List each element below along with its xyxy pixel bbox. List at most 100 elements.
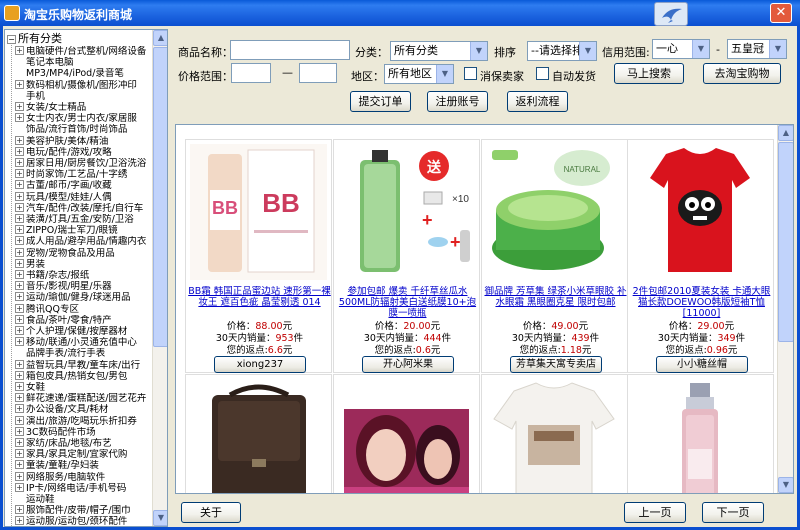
about-button[interactable]: 关于 [181,502,241,523]
expand-icon[interactable]: + [15,482,24,492]
expand-icon[interactable]: + [15,202,24,212]
tree-node[interactable]: + 时尚家饰/工艺品/十字绣 [15,169,153,180]
chevron-down-icon[interactable]: ▼ [470,42,487,60]
tree-node[interactable]: + 运动服/运动包/颈环配件 [15,516,153,526]
tree-node[interactable]: + 移动/联通/小灵通充值中心 [15,337,153,348]
expand-icon[interactable]: + [15,438,24,447]
region-select[interactable]: 所有地区 ▼ [384,64,454,84]
tree-node[interactable]: + 箱包皮具/热销女包/男包 [15,370,153,382]
submit-order-button[interactable]: 提交订单 [350,91,411,112]
next-page-button[interactable]: 下一页 [702,502,764,523]
expand-icon[interactable]: + [15,337,24,347]
bb-cream-product-photo[interactable]: BB BB [190,144,327,280]
tree-scroll-thumb[interactable] [153,47,167,347]
shop-button[interactable]: xiong237 [214,356,306,373]
consumer-protect-checkbox[interactable] [464,67,477,80]
tree-node[interactable]: 运动鞋 [15,494,153,505]
expand-icon[interactable]: + [15,471,24,481]
chevron-down-icon[interactable]: ▼ [436,65,453,83]
tree-node[interactable]: + 美容护肤/美体/精油 [15,135,153,147]
product-card[interactable] [627,374,774,493]
expand-icon[interactable]: + [15,135,24,145]
product-title-link[interactable]: BB霜 韩国正品蜜边站 速形第一裸妆王 遮百色疵 晶莹剔透 014 [188,286,331,320]
red-tshirt-product-photo[interactable] [632,144,769,280]
expand-icon[interactable]: + [15,303,24,313]
tree-node[interactable]: + 演出/旅游/吃喝玩乐折扣券 [15,415,153,427]
expand-icon[interactable]: + [15,281,24,291]
expand-icon[interactable]: + [15,382,24,391]
tree-node[interactable]: + 电玩/配件/游戏/攻略 [15,146,153,158]
expand-icon[interactable]: + [15,516,24,526]
expand-icon[interactable]: + [15,359,24,369]
expand-icon[interactable]: + [15,314,24,324]
tree-node[interactable]: + 童装/童鞋/孕妇装 [15,460,153,471]
tree-node[interactable]: 笔记本电脑 [15,57,153,68]
tree-node[interactable]: + 宠物/宠物食品及用品 [15,247,153,259]
tree-node[interactable]: +3C数码配件市场 [15,426,153,438]
grid-scrollbar[interactable]: ▲ ▼ [777,125,793,493]
tree-node[interactable]: + 鲜花速递/蛋糕配送/园艺花卉 [15,393,153,404]
expand-icon[interactable]: + [15,247,24,257]
product-card[interactable]: 送 ×10 + + 参加包邮 爆卖 千纤草丝瓜水500ML防辐射美白送纸膜10+泡膜一喷… [333,139,480,373]
tree-node[interactable]: + IP卡/网络电话/手机号码 [15,482,153,494]
tree-node[interactable]: + 服饰配件/皮带/帽子/围巾 [15,505,153,516]
chevron-down-icon[interactable]: ▼ [692,40,709,58]
pink-pump-bottle-product-photo[interactable] [632,379,769,493]
go-taobao-button[interactable]: 去淘宝购物 [703,63,781,84]
tree-node[interactable]: MP3/MP4/iPod/录音笔 [15,68,153,79]
product-card[interactable] [185,374,332,493]
expand-icon[interactable]: + [15,214,24,223]
tree-node[interactable]: + 家具/家具定制/宜家代购 [15,449,153,460]
brown-leather-bag-product-photo[interactable] [190,379,327,493]
product-card[interactable]: NATURAL 御品牌 芳草集 绿茶小米草眼胶 补水眼霜 黑眼圈克星 限时包邮 价格… [481,139,628,373]
close-button[interactable]: ✕ [770,3,792,23]
expand-icon[interactable]: + [15,393,24,403]
tree-root-node[interactable]: − 所有分类 [7,32,62,45]
prev-page-button[interactable]: 上一页 [624,502,686,523]
sort-select[interactable]: --请选择排序-- ▼ [527,41,597,61]
tree-node[interactable]: + 数码相机/摄像机/图形冲印 [15,79,153,91]
tree-node[interactable]: + 家纺/床品/地毯/布艺 [15,438,153,449]
category-select[interactable]: 所有分类 ▼ [390,41,488,61]
tree-node[interactable]: + 书籍/杂志/报纸 [15,270,153,281]
product-name-input[interactable] [230,40,350,60]
tree-node[interactable]: + 办公设备/文具/耗材 [15,404,153,415]
tree-node[interactable]: + 音乐/影视/明星/乐器 [15,281,153,292]
scroll-down-icon[interactable]: ▼ [778,477,793,493]
shop-button[interactable]: 小小糖丝帽 [656,356,748,373]
product-card[interactable] [481,374,628,493]
credit-min-select[interactable]: 一心 ▼ [652,39,710,59]
tree-node[interactable]: + 玩具/模型/娃娃/人偶 [15,191,153,203]
expand-icon[interactable]: + [15,404,24,414]
tree-node[interactable]: + ZIPPO/瑞士军刀/眼镜 [15,225,153,236]
expand-icon[interactable]: + [15,79,24,89]
product-card[interactable]: 2件包邮2010夏装女装 卡通大眼猫长款DOEWOO韩版短袖T恤 [11000]… [627,139,774,373]
expand-icon[interactable]: + [15,370,24,380]
eye-gel-jar-product-photo[interactable]: NATURAL [486,144,623,280]
tree-node[interactable]: + 女鞋 [15,382,153,393]
tree-node[interactable]: + 汽车/配件/改装/摩托/自行车 [15,202,153,214]
product-card[interactable] [333,374,480,493]
register-account-button[interactable]: 注册账号 [427,91,488,112]
product-title-link[interactable]: 2件包邮2010夏装女装 卡通大眼猫长款DOEWOO韩版短袖T恤 [11000] [630,286,773,320]
tree-node[interactable]: + 网络服务/电脑软件 [15,471,153,483]
product-card[interactable]: BB BB BB霜 韩国正品蜜边站 速形第一裸妆王 遮百色疵 晶莹剔透 014 价格：… [185,139,332,373]
expand-icon[interactable]: + [15,169,24,179]
expand-icon[interactable]: + [15,146,24,156]
expand-icon[interactable]: + [15,236,24,246]
scroll-down-icon[interactable]: ▼ [153,510,167,526]
expand-icon[interactable]: + [15,326,24,335]
expand-icon[interactable]: + [15,270,24,279]
expand-icon[interactable]: + [15,415,24,425]
category-tree[interactable]: − 所有分类 + 电脑硬件/台式整机/网络设备 笔记本电脑 MP3/MP4/iPod/录… [4,29,168,527]
expand-icon[interactable]: + [15,180,24,190]
tree-node[interactable]: 饰品/流行首饰/时尚饰品 [15,124,153,135]
tree-node[interactable]: + 女士内衣/男士内衣/家居服 [15,113,153,124]
expand-icon[interactable]: + [15,158,24,167]
scroll-up-icon[interactable]: ▲ [153,30,167,46]
shop-button[interactable]: 芳草集天寓专卖店 [510,356,602,373]
chevron-down-icon[interactable]: ▼ [579,42,596,60]
expand-icon[interactable]: + [15,449,24,459]
expand-icon[interactable]: + [15,292,24,302]
toner-bottle-product-photo[interactable]: 送 ×10 + + [338,144,475,280]
